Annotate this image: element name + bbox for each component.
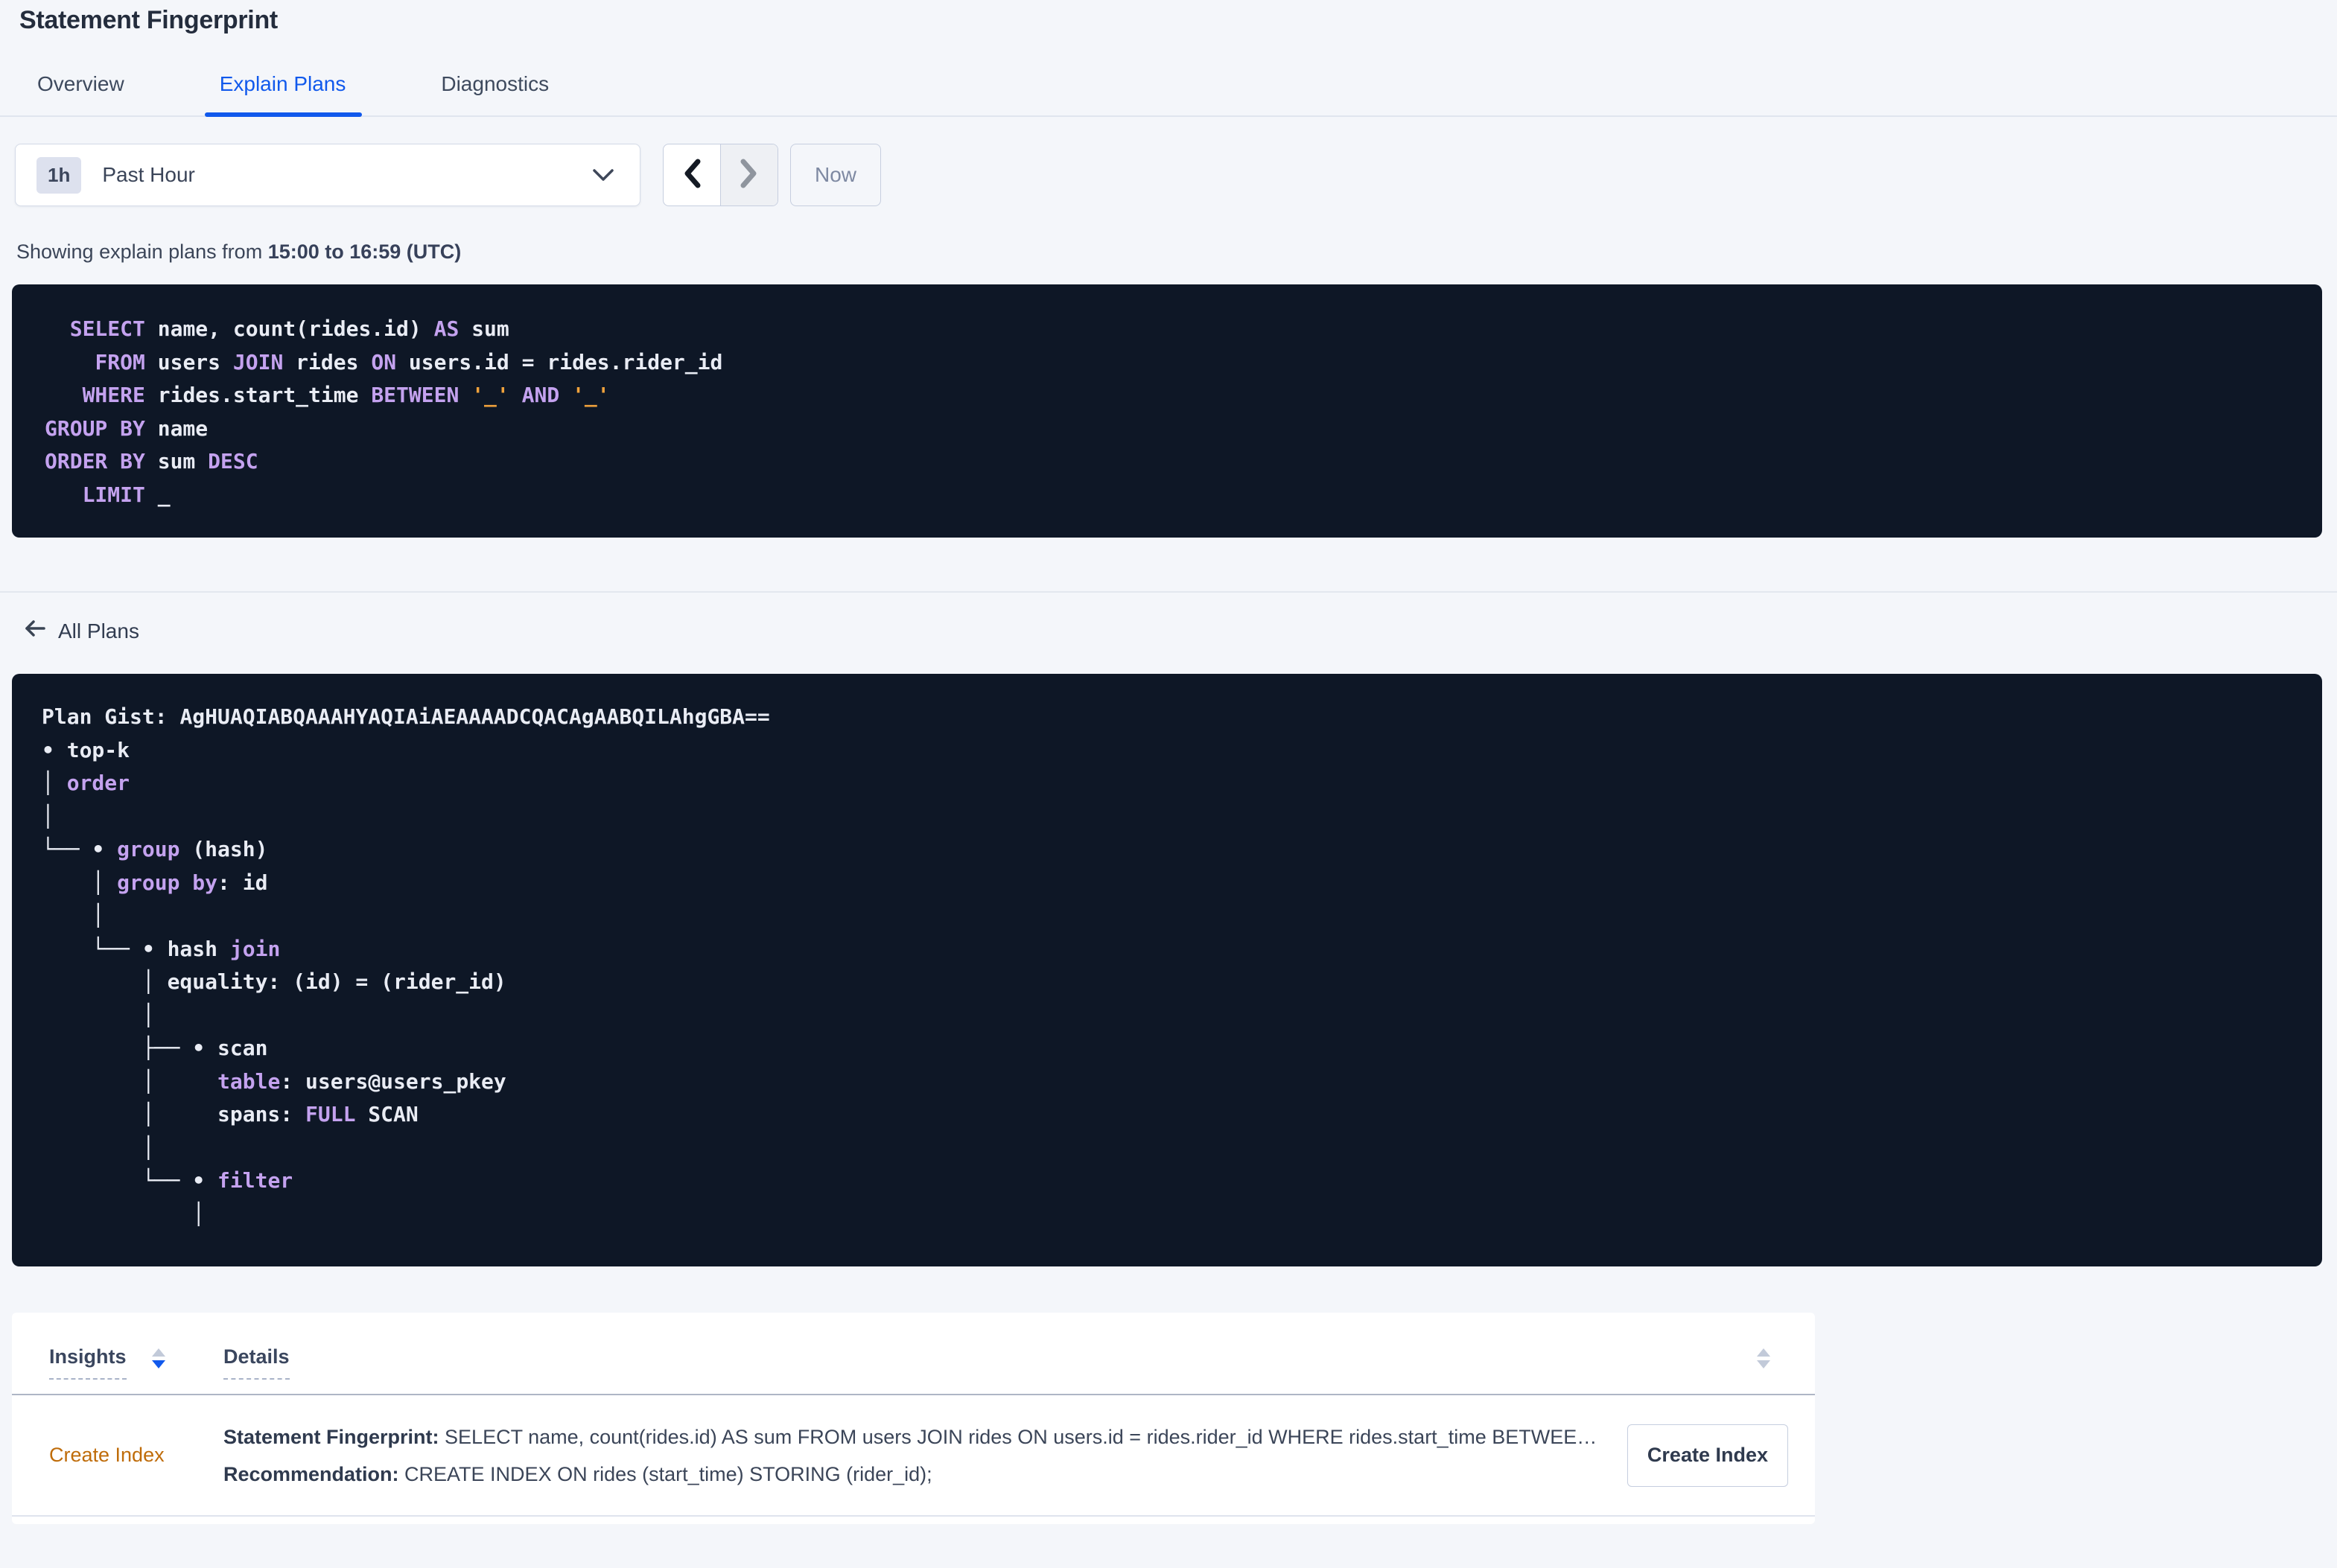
previous-interval-button[interactable] — [664, 144, 720, 205]
sort-up-icon — [151, 1348, 165, 1357]
time-range-dropdown[interactable]: 1h Past Hour — [15, 144, 640, 206]
recommendation-label: Recommendation: — [223, 1462, 399, 1485]
plan-gist-line: Plan Gist: AgHUAQIABQAAAHYAQIAiAEAAAADCQ… — [42, 701, 2292, 734]
tab-explain-plans[interactable]: Explain Plans — [204, 72, 362, 117]
caption-range: 15:00 to 16:59 (UTC) — [267, 240, 462, 263]
statement-fingerprint-label: Statement Fingerprint: — [223, 1425, 439, 1448]
create-index-button[interactable]: Create Index — [1627, 1424, 1788, 1487]
page-title: Statement Fingerprint — [19, 6, 278, 34]
all-plans-back-link[interactable]: All Plans — [22, 618, 139, 644]
section-divider — [0, 591, 2337, 593]
sort-icon-insights[interactable] — [151, 1348, 165, 1368]
statement-fingerprint-line: Statement Fingerprint: SELECT name, coun… — [223, 1418, 1606, 1456]
chevron-down-icon — [592, 168, 614, 182]
chevron-right-icon — [739, 157, 760, 194]
plan-tree-text: • top-k │ order │ └── • group (hash) │ g… — [42, 737, 506, 1226]
insights-table-header: Insights Details — [12, 1313, 1815, 1395]
chevron-left-icon — [681, 157, 702, 194]
next-interval-button[interactable] — [720, 144, 778, 205]
caption-prefix: Showing explain plans from — [16, 240, 268, 263]
tab-diagnostics[interactable]: Diagnostics — [441, 72, 549, 115]
table-row: Create Index Statement Fingerprint: SELE… — [12, 1395, 1815, 1517]
time-controls: 1h Past Hour Now — [15, 144, 2337, 206]
plan-gist-value: AgHUAQIABQAAAHYAQIAiAEAAAADCQACAgAABQILA… — [179, 704, 770, 729]
tab-bar: Overview Explain Plans Diagnostics — [0, 72, 2337, 117]
plan-gist-box: Plan Gist: AgHUAQIABQAAAHYAQIAiAEAAAADCQ… — [12, 674, 2322, 1266]
statement-fingerprint-page: Statement Fingerprint Overview Explain P… — [0, 0, 2337, 1568]
sql-statement-box: SELECT name, count(rides.id) AS sum FROM… — [12, 284, 2322, 538]
time-range-caption: Showing explain plans from 15:00 to 16:5… — [16, 240, 2337, 264]
time-pager — [663, 144, 778, 206]
sort-up-icon — [1757, 1348, 1770, 1357]
insights-column-header[interactable]: Insights — [49, 1345, 223, 1380]
sort-down-icon — [151, 1360, 165, 1368]
recommendation-line: Recommendation: CREATE INDEX ON rides (s… — [223, 1456, 1606, 1493]
sql-statement-text: SELECT name, count(rides.id) AS sum FROM… — [45, 316, 723, 507]
page-header: Statement Fingerprint — [0, 0, 2337, 35]
tab-overview[interactable]: Overview — [37, 72, 124, 115]
arrow-left-icon — [22, 618, 46, 644]
insight-details-cell: Statement Fingerprint: SELECT name, coun… — [223, 1418, 1606, 1493]
details-column-header[interactable]: Details — [223, 1345, 1788, 1380]
all-plans-label: All Plans — [58, 619, 139, 643]
plan-gist-label: Plan Gist: — [42, 704, 180, 729]
interval-badge: 1h — [36, 156, 82, 194]
insight-type-link[interactable]: Create Index — [49, 1444, 223, 1467]
time-range-label: Past Hour — [102, 163, 195, 186]
insights-card: Insights Details Create Index Statement … — [12, 1313, 1815, 1524]
insights-header-label[interactable]: Insights — [49, 1345, 127, 1380]
recommendation-text: CREATE INDEX ON rides (start_time) STORI… — [404, 1462, 932, 1485]
sort-down-icon — [1757, 1360, 1770, 1368]
now-button[interactable]: Now — [790, 144, 881, 206]
statement-fingerprint-text: SELECT name, count(rides.id) AS sum FROM… — [445, 1425, 1606, 1448]
sort-icon-details[interactable] — [1757, 1348, 1770, 1368]
details-header-label[interactable]: Details — [223, 1345, 290, 1380]
